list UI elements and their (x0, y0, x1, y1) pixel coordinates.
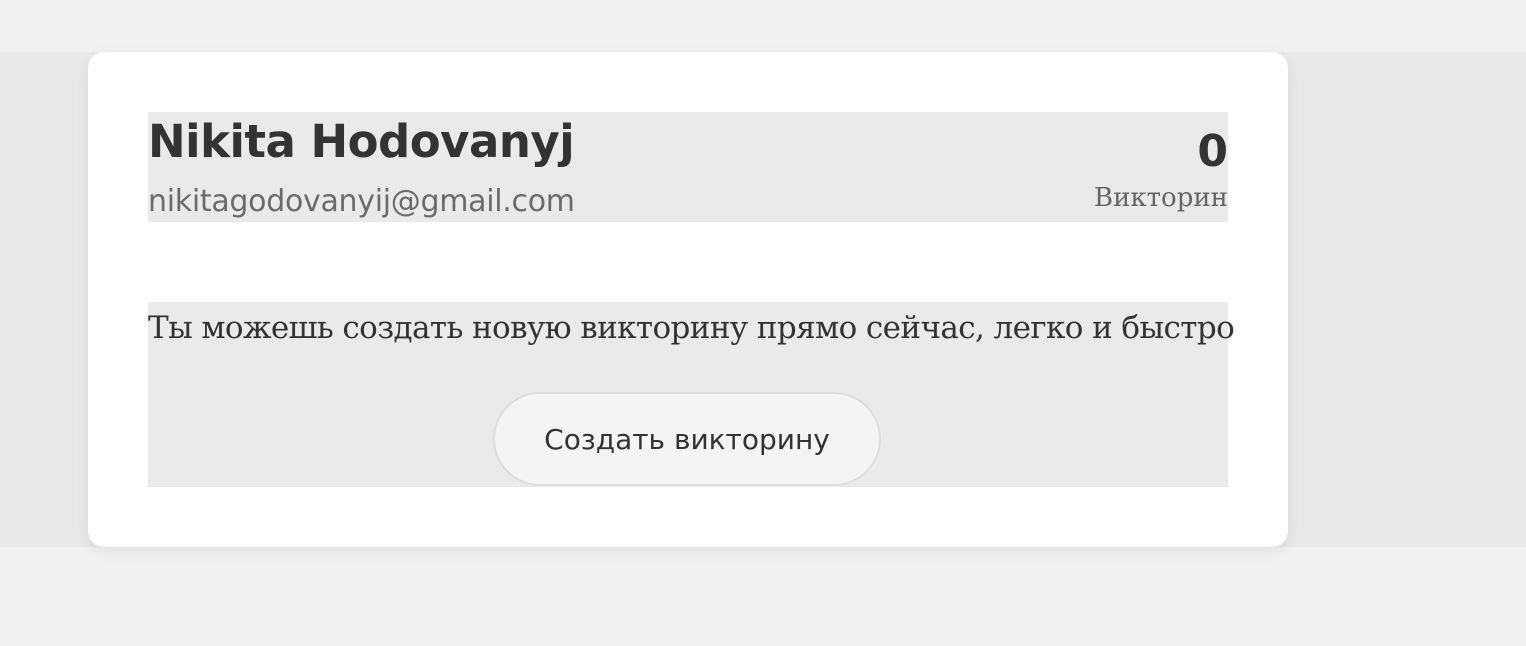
profile-header: Nikita Hodovanyj nikitagodovanyij@gmail.… (148, 112, 1228, 222)
quiz-count-label: Викторин (1093, 183, 1228, 213)
user-email: nikitagodovanyij@gmail.com (148, 184, 575, 219)
quiz-count: 0 (1197, 126, 1228, 177)
create-quiz-text: Ты можешь создать новую викторину прямо … (148, 310, 1235, 346)
profile-card: Nikita Hodovanyj nikitagodovanyij@gmail.… (88, 52, 1288, 547)
user-name: Nikita Hodovanyj (148, 115, 575, 168)
create-quiz-button[interactable]: Создать викторину (493, 392, 881, 486)
create-quiz-section: Ты можешь создать новую викторину прямо … (148, 302, 1235, 487)
